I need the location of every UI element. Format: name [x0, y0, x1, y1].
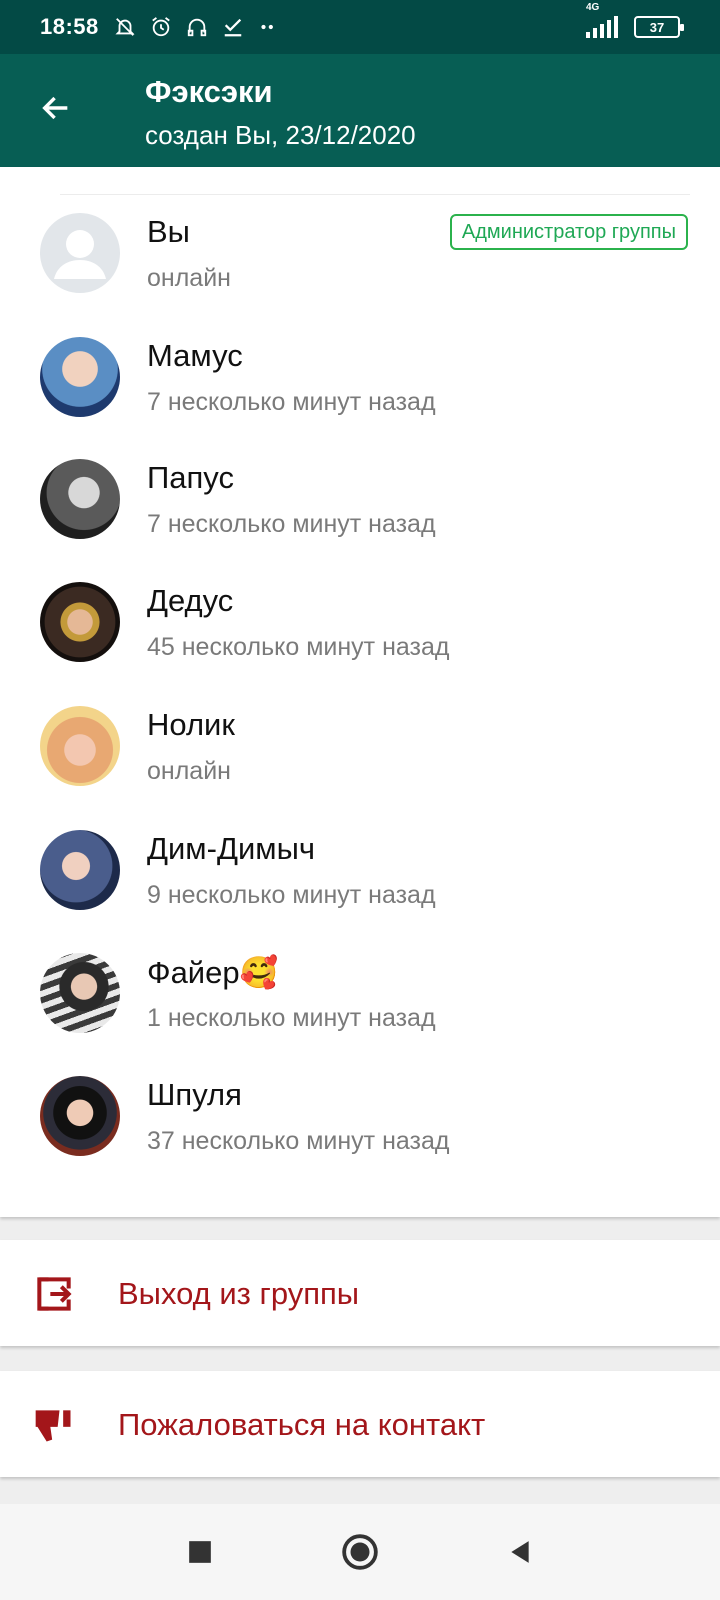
member-status: онлайн — [147, 264, 231, 292]
exit-group-label: Выход из группы — [118, 1276, 360, 1311]
list-item[interactable]: Дим-Димыч 9 несколько минут назад — [0, 807, 720, 931]
group-subtitle: создан Вы, 23/12/2020 — [145, 120, 416, 150]
list-item[interactable]: Папус 7 несколько минут назад — [0, 436, 720, 560]
network-type: 4G — [586, 2, 600, 13]
group-title[interactable]: Фэксэки — [145, 74, 273, 110]
home-circle-icon[interactable] — [340, 1532, 380, 1572]
arrow-left-icon — [42, 96, 68, 120]
avatar — [40, 582, 120, 662]
list-item[interactable]: Шпуля 37 несколько минут назад — [0, 1053, 720, 1177]
admin-badge: Администратор группы — [449, 214, 688, 250]
list-item[interactable]: Нолик онлайн — [0, 683, 720, 807]
back-triangle-icon[interactable] — [500, 1532, 540, 1572]
member-status: 45 несколько минут назад — [147, 633, 450, 661]
member-status: онлайн — [147, 757, 231, 785]
list-item[interactable]: Файер🥰 1 несколько минут назад — [0, 930, 720, 1054]
member-name: Файер🥰 — [147, 955, 279, 990]
member-status: 7 несколько минут назад — [147, 510, 436, 538]
exit-group-button[interactable]: Выход из группы — [0, 1240, 720, 1346]
back-button[interactable] — [30, 82, 82, 134]
member-status: 1 несколько минут назад — [147, 1004, 436, 1032]
check-download-icon — [221, 15, 245, 39]
list-item[interactable]: Вы онлайн Администратор группы — [0, 190, 720, 314]
report-contact-button[interactable]: Пожаловаться на контакт — [0, 1371, 720, 1477]
member-status: 37 несколько минут назад — [147, 1127, 450, 1155]
report-contact-label: Пожаловаться на контакт — [118, 1407, 486, 1442]
member-name: Вы — [147, 214, 190, 249]
status-time: 18:58 — [40, 14, 99, 39]
exit-icon — [37, 1277, 72, 1311]
member-name: Мамус — [147, 338, 243, 373]
member-status: 7 несколько минут назад — [147, 388, 436, 416]
members-list: Вы онлайн Администратор группы Мамус 7 н… — [0, 167, 720, 1217]
muted-bell-icon — [113, 15, 137, 39]
system-nav-bar — [0, 1504, 720, 1600]
member-name: Дим-Димыч — [147, 831, 316, 866]
avatar — [40, 459, 120, 539]
member-status: 9 несколько минут назад — [147, 881, 436, 909]
more-dots-icon — [257, 15, 281, 39]
thumbs-down-icon — [35, 1410, 71, 1442]
list-item[interactable]: Дедус 45 несколько минут назад — [0, 559, 720, 683]
avatar — [40, 1076, 120, 1156]
avatar — [40, 706, 120, 786]
status-bar: 18:58 4G 37 — [0, 0, 720, 54]
avatar — [40, 213, 120, 293]
member-name: Шпуля — [147, 1077, 242, 1112]
alarm-icon — [149, 15, 173, 39]
battery-icon: 37 — [634, 16, 684, 38]
avatar — [40, 953, 120, 1033]
list-item[interactable]: Мамус 7 несколько минут назад — [0, 314, 720, 438]
member-name: Нолик — [147, 707, 235, 742]
recents-square-icon[interactable] — [180, 1532, 220, 1572]
avatar — [40, 830, 120, 910]
app-bar: Фэксэки создан Вы, 23/12/2020 — [0, 54, 720, 167]
headphones-icon — [185, 15, 209, 39]
member-name: Папус — [147, 460, 234, 495]
signal-icon: 4G — [584, 2, 622, 38]
avatar — [40, 337, 120, 417]
member-name: Дедус — [147, 583, 234, 618]
